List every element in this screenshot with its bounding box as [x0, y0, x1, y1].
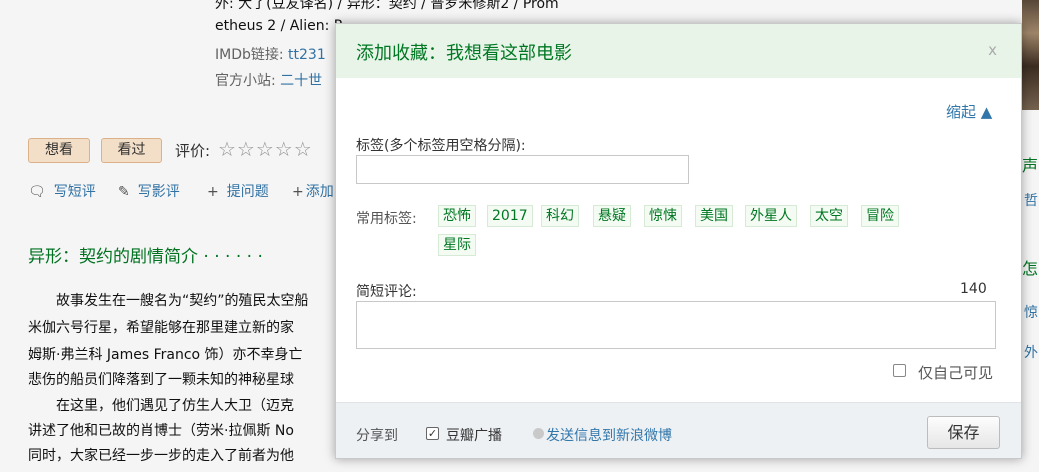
tag-chip[interactable]: 星际	[438, 234, 476, 256]
comment-label: 简短评论:	[356, 284, 417, 300]
tags-input[interactable]	[356, 155, 689, 184]
private-label: 仅自己可见	[918, 364, 994, 382]
dialog-title: 添加收藏：我想看这部电影	[356, 43, 572, 64]
share-label: 分享到	[356, 428, 398, 444]
weibo-share-link[interactable]: 发送信息到新浪微博	[546, 425, 672, 445]
tag-chip[interactable]: 2017	[487, 205, 533, 227]
broadcast-checkbox[interactable]: ✓	[426, 427, 439, 440]
common-tags-label: 常用标签:	[356, 211, 417, 227]
tag-chip[interactable]: 恐怖	[438, 205, 476, 227]
tag-chip[interactable]: 冒险	[861, 205, 899, 227]
tag-chip[interactable]: 太空	[810, 205, 848, 227]
tag-chip[interactable]: 悬疑	[593, 205, 631, 227]
char-count: 140	[960, 281, 987, 297]
close-icon[interactable]: x	[988, 41, 997, 59]
tag-chip[interactable]: 美国	[695, 205, 733, 227]
tag-chip[interactable]: 外星人	[745, 205, 797, 227]
private-checkbox[interactable]	[893, 364, 906, 377]
broadcast-label: 豆瓣广播	[446, 428, 502, 444]
save-button[interactable]: 保存	[927, 416, 1000, 449]
add-collection-dialog: 添加收藏：我想看这部电影 x 缩起 ▲ 标签(多个标签用空格分隔): 常用标签:…	[335, 23, 1022, 459]
tags-label: 标签(多个标签用空格分隔):	[356, 138, 526, 154]
collapse-link[interactable]: 缩起 ▲	[946, 101, 992, 122]
dialog-footer: 分享到 ✓ 豆瓣广播 发送信息到新浪微博 保存	[336, 402, 1021, 458]
tag-chip[interactable]: 科幻	[541, 205, 579, 227]
weibo-icon	[533, 428, 544, 439]
tag-chip[interactable]: 惊悚	[644, 205, 682, 227]
dialog-header: 添加收藏：我想看这部电影 x	[336, 24, 1021, 78]
comment-textarea[interactable]	[356, 301, 996, 349]
